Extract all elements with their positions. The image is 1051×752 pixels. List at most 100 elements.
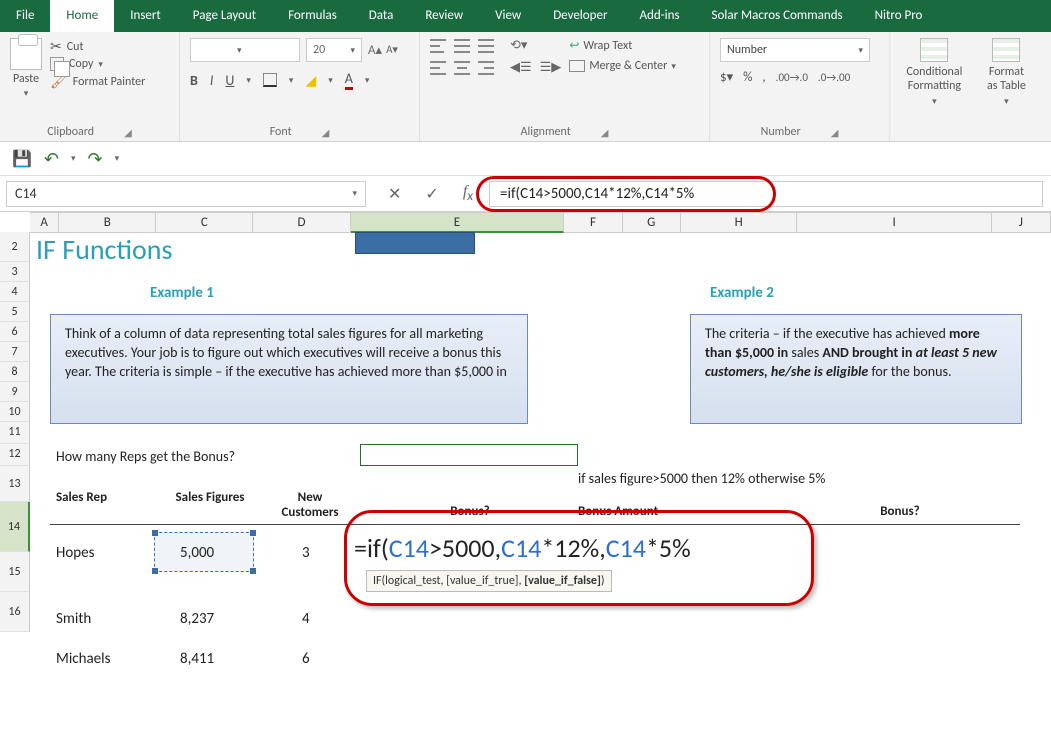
percent-format-button[interactable]: %	[743, 70, 752, 85]
paste-button[interactable]: Paste ▾	[10, 38, 42, 99]
row-6[interactable]: 6	[0, 322, 30, 342]
tab-review[interactable]: Review	[409, 0, 479, 32]
tab-addins[interactable]: Add-ins	[623, 0, 695, 32]
th-fig: Sales Figures	[170, 490, 250, 505]
align-bottom-button[interactable]	[478, 38, 494, 54]
row-16[interactable]: 16	[0, 592, 30, 632]
row-2[interactable]: 2	[0, 232, 30, 262]
row-7[interactable]: 7	[0, 342, 30, 362]
cell-c16[interactable]: 8,411	[180, 650, 214, 668]
row-headers: 2 3 4 5 6 7 8 9 10 11 12 13 14 15 16	[0, 232, 30, 632]
cell-c14[interactable]: 5,000	[180, 544, 214, 562]
align-middle-button[interactable]	[454, 38, 470, 54]
dialog-launcher-icon[interactable]: ◢	[322, 126, 330, 139]
tab-data[interactable]: Data	[353, 0, 410, 32]
cell-d16[interactable]: 6	[302, 650, 310, 668]
merge-center-button[interactable]: Merge & Center▾	[569, 59, 676, 73]
editing-formula[interactable]: =if(C14>5000,C14*12%,C14*5%	[354, 532, 691, 564]
cancel-formula-button[interactable]: ✕	[388, 184, 401, 204]
worksheet[interactable]: A B C D E F G H I J 2 3 4 5 6 7 8 9 10 1…	[0, 212, 1051, 752]
font-size-combo[interactable]: 20▾	[306, 38, 362, 62]
tab-solar-macros[interactable]: Solar Macros Commands	[696, 0, 859, 32]
tab-formulas[interactable]: Formulas	[272, 0, 353, 32]
chevron-down-icon[interactable]: ▾	[71, 153, 76, 164]
row-9[interactable]: 9	[0, 382, 30, 402]
copy-button[interactable]: Copy▾	[50, 57, 145, 71]
cell-d14[interactable]: 3	[302, 544, 310, 562]
floating-shape[interactable]	[355, 232, 475, 254]
grow-font-button[interactable]: A▴	[368, 43, 382, 58]
cell-d15[interactable]: 4	[302, 610, 310, 628]
undo-button[interactable]: ↶	[44, 148, 59, 170]
col-f[interactable]: F	[564, 213, 622, 233]
row-8[interactable]: 8	[0, 362, 30, 382]
row-13[interactable]: 13	[0, 466, 30, 502]
font-color-button[interactable]: A	[345, 70, 353, 90]
cell-b15[interactable]: Smith	[56, 610, 91, 628]
tab-developer[interactable]: Developer	[537, 0, 623, 32]
italic-button[interactable]: I	[210, 72, 214, 89]
cut-button[interactable]: ✂Cut	[50, 38, 145, 55]
save-button[interactable]: 💾	[12, 149, 32, 169]
formula-bar-input[interactable]: =if(C14>5000,C14*12%,C14*5%	[489, 181, 1043, 207]
col-j[interactable]: J	[992, 213, 1051, 233]
box2-text-c: sales	[788, 344, 822, 361]
tab-view[interactable]: View	[479, 0, 537, 32]
align-top-button[interactable]	[430, 38, 446, 54]
row-5[interactable]: 5	[0, 302, 30, 322]
dialog-launcher-icon[interactable]: ◢	[124, 126, 132, 139]
font-family-combo[interactable]: ▾	[190, 38, 300, 62]
dialog-launcher-icon[interactable]: ◢	[601, 126, 609, 139]
align-left-button[interactable]	[430, 60, 446, 76]
col-g[interactable]: G	[623, 213, 681, 233]
tab-file[interactable]: File	[0, 0, 50, 32]
decrease-indent-button[interactable]: ◀☰	[510, 60, 532, 76]
borders-button[interactable]	[263, 73, 277, 87]
col-a[interactable]: A	[30, 213, 59, 233]
cell-b16[interactable]: Michaels	[56, 650, 110, 668]
conditional-formatting-button[interactable]: Conditional Formatting▾	[900, 38, 969, 107]
row-4[interactable]: 4	[0, 282, 30, 302]
enter-formula-button[interactable]: ✓	[425, 184, 438, 204]
row-11[interactable]: 11	[0, 422, 30, 444]
redo-button[interactable]: ↷	[88, 148, 103, 170]
underline-button[interactable]: U	[225, 72, 234, 89]
col-i[interactable]: I	[797, 213, 991, 233]
row-12[interactable]: 12	[0, 444, 30, 466]
comma-format-button[interactable]: ,	[762, 70, 765, 85]
name-box[interactable]: C14 ▾	[6, 181, 366, 207]
shrink-font-button[interactable]: A▾	[386, 43, 398, 58]
align-right-button[interactable]	[478, 60, 494, 76]
col-e[interactable]: E	[351, 213, 565, 233]
increase-decimal-button[interactable]: .00→.0	[776, 71, 808, 84]
dialog-launcher-icon[interactable]: ◢	[831, 126, 839, 139]
bonus-count-cell[interactable]	[360, 444, 578, 466]
col-b[interactable]: B	[59, 213, 156, 233]
th-amount: Bonus Amount	[578, 504, 698, 519]
cell-c15[interactable]: 8,237	[180, 610, 214, 628]
number-format-combo[interactable]: Number▾	[720, 38, 870, 62]
col-d[interactable]: D	[253, 213, 350, 233]
cell-b14[interactable]: Hopes	[56, 544, 94, 562]
bold-button[interactable]: B	[190, 72, 198, 89]
wrap-text-button[interactable]: ↩Wrap Text	[569, 38, 676, 53]
col-c[interactable]: C	[156, 213, 253, 233]
tab-insert[interactable]: Insert	[114, 0, 177, 32]
tab-home[interactable]: Home	[50, 0, 114, 32]
increase-indent-button[interactable]: ☰▶	[540, 60, 562, 76]
chevron-down-icon[interactable]: ▾	[115, 153, 120, 164]
decrease-decimal-button[interactable]: .0→.00	[818, 71, 850, 84]
row-3[interactable]: 3	[0, 262, 30, 282]
row-14[interactable]: 14	[0, 502, 30, 552]
tab-page-layout[interactable]: Page Layout	[177, 0, 272, 32]
orientation-button[interactable]: ⟲▾	[510, 38, 527, 54]
fx-icon[interactable]: fx	[463, 183, 473, 204]
row-10[interactable]: 10	[0, 402, 30, 422]
fill-color-button[interactable]: ◢	[305, 72, 316, 89]
format-as-table-button[interactable]: Format as Table▾	[983, 38, 1030, 107]
accounting-format-button[interactable]: $▾	[720, 70, 733, 85]
tab-nitro-pro[interactable]: Nitro Pro	[859, 0, 939, 32]
col-h[interactable]: H	[681, 213, 798, 233]
row-15[interactable]: 15	[0, 552, 30, 592]
align-center-button[interactable]	[454, 60, 470, 76]
